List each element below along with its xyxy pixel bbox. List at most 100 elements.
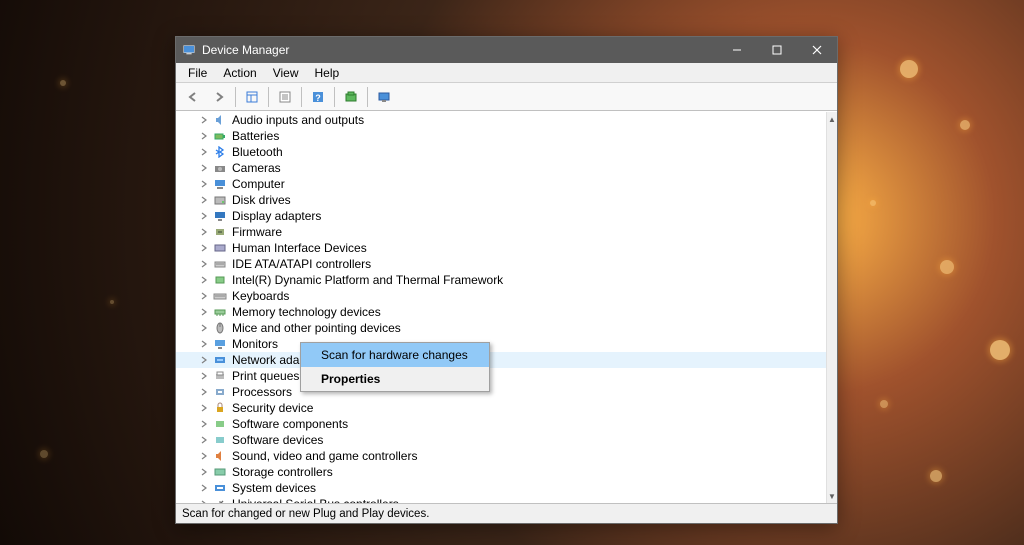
statusbar: Scan for changed or new Plug and Play de… — [176, 503, 837, 523]
tree-item[interactable]: Software components — [176, 416, 826, 432]
tree-item-label: Mice and other pointing devices — [232, 321, 401, 335]
keyboard-icon — [212, 289, 228, 303]
expander-icon[interactable] — [198, 484, 210, 492]
tree-item[interactable]: Batteries — [176, 128, 826, 144]
expander-icon[interactable] — [198, 276, 210, 284]
expander-icon[interactable] — [198, 116, 210, 124]
tree-item-label: IDE ATA/ATAPI controllers — [232, 257, 371, 271]
display-icon — [212, 209, 228, 223]
tree-item-label: Cameras — [232, 161, 281, 175]
ctx-properties[interactable]: Properties — [301, 367, 489, 391]
expander-icon[interactable] — [198, 244, 210, 252]
expander-icon[interactable] — [198, 452, 210, 460]
tree-item[interactable]: Computer — [176, 176, 826, 192]
ctx-scan-hardware[interactable]: Scan for hardware changes — [301, 343, 489, 367]
scroll-down-arrow[interactable]: ▼ — [827, 489, 838, 503]
tree-item[interactable]: System devices — [176, 480, 826, 496]
tree-item-label: Network adapt — [232, 353, 309, 367]
tree-item[interactable]: Bluetooth — [176, 144, 826, 160]
tree-item-label: Keyboards — [232, 289, 289, 303]
expander-icon[interactable] — [198, 148, 210, 156]
tree-item[interactable]: Keyboards — [176, 288, 826, 304]
swcomp-icon — [212, 417, 228, 431]
expander-icon[interactable] — [198, 196, 210, 204]
tree-area: Audio inputs and outputsBatteriesBluetoo… — [176, 111, 837, 503]
properties-button[interactable] — [273, 86, 297, 108]
tree-item-label: Sound, video and game controllers — [232, 449, 417, 463]
tree-item[interactable]: Software devices — [176, 432, 826, 448]
expander-icon[interactable] — [198, 468, 210, 476]
back-button[interactable] — [181, 86, 205, 108]
scroll-up-arrow[interactable]: ▲ — [827, 112, 838, 126]
menu-help[interactable]: Help — [307, 64, 348, 82]
expander-icon[interactable] — [198, 132, 210, 140]
tree-item[interactable]: Processors — [176, 384, 826, 400]
storage-icon — [212, 465, 228, 479]
expander-icon[interactable] — [198, 404, 210, 412]
menu-view[interactable]: View — [265, 64, 307, 82]
device-manager-window: Device Manager File Action View Help ? A… — [175, 36, 838, 524]
expander-icon[interactable] — [198, 260, 210, 268]
tree-item-label: Intel(R) Dynamic Platform and Thermal Fr… — [232, 273, 503, 287]
ide-icon — [212, 257, 228, 271]
printer-icon — [212, 369, 228, 383]
tree-item[interactable]: Human Interface Devices — [176, 240, 826, 256]
maximize-button[interactable] — [757, 37, 797, 63]
minimize-button[interactable] — [717, 37, 757, 63]
tree-item[interactable]: Print queues — [176, 368, 826, 384]
forward-button[interactable] — [207, 86, 231, 108]
expander-icon[interactable] — [198, 324, 210, 332]
expander-icon[interactable] — [198, 500, 210, 503]
close-button[interactable] — [797, 37, 837, 63]
menu-action[interactable]: Action — [215, 64, 264, 82]
tree-item[interactable]: Intel(R) Dynamic Platform and Thermal Fr… — [176, 272, 826, 288]
expander-icon[interactable] — [198, 340, 210, 348]
expander-icon[interactable] — [198, 180, 210, 188]
tree-item[interactable]: Monitors — [176, 336, 826, 352]
tree-item[interactable]: Disk drives — [176, 192, 826, 208]
titlebar[interactable]: Device Manager — [176, 37, 837, 63]
device-tree[interactable]: Audio inputs and outputsBatteriesBluetoo… — [176, 112, 826, 503]
svg-text:?: ? — [315, 93, 321, 103]
monitor-button[interactable] — [372, 86, 396, 108]
tree-item[interactable]: Security device — [176, 400, 826, 416]
mouse-icon — [212, 321, 228, 335]
tree-item[interactable]: Storage controllers — [176, 464, 826, 480]
menu-file[interactable]: File — [180, 64, 215, 82]
tree-item[interactable]: Mice and other pointing devices — [176, 320, 826, 336]
tree-item[interactable]: Universal Serial Bus controllers — [176, 496, 826, 503]
expander-icon[interactable] — [198, 420, 210, 428]
tree-item[interactable]: Cameras — [176, 160, 826, 176]
tree-item-label: Software devices — [232, 433, 323, 447]
status-text: Scan for changed or new Plug and Play de… — [182, 508, 429, 520]
expander-icon[interactable] — [198, 308, 210, 316]
tree-item-label: Batteries — [232, 129, 279, 143]
tree-item[interactable]: Sound, video and game controllers — [176, 448, 826, 464]
expander-icon[interactable] — [198, 356, 210, 364]
tree-item[interactable]: Firmware — [176, 224, 826, 240]
sound-icon — [212, 449, 228, 463]
tree-item-label: Human Interface Devices — [232, 241, 367, 255]
expander-icon[interactable] — [198, 388, 210, 396]
scan-hardware-button[interactable] — [339, 86, 363, 108]
expander-icon[interactable] — [198, 436, 210, 444]
tree-item[interactable]: Memory technology devices — [176, 304, 826, 320]
tree-item[interactable]: Display adapters — [176, 208, 826, 224]
expander-icon[interactable] — [198, 164, 210, 172]
tree-item-label: Print queues — [232, 369, 299, 383]
thermal-icon — [212, 273, 228, 287]
toolbar: ? — [176, 83, 837, 111]
expander-icon[interactable] — [198, 228, 210, 236]
tree-item[interactable]: Network adapt — [176, 352, 826, 368]
tree-item[interactable]: IDE ATA/ATAPI controllers — [176, 256, 826, 272]
show-hide-console-tree-button[interactable] — [240, 86, 264, 108]
vertical-scrollbar[interactable]: ▲ ▼ — [826, 112, 837, 503]
tree-item[interactable]: Audio inputs and outputs — [176, 112, 826, 128]
help-button[interactable]: ? — [306, 86, 330, 108]
expander-icon[interactable] — [198, 372, 210, 380]
expander-icon[interactable] — [198, 212, 210, 220]
expander-icon[interactable] — [198, 292, 210, 300]
tree-item-label: Memory technology devices — [232, 305, 381, 319]
firmware-icon — [212, 225, 228, 239]
memory-icon — [212, 305, 228, 319]
